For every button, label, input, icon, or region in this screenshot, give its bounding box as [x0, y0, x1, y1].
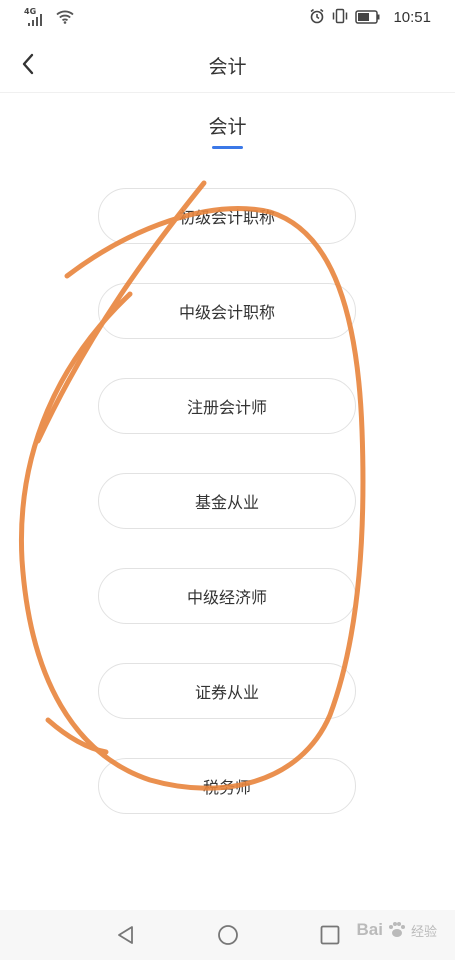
option-cpa[interactable]: 注册会计师	[98, 378, 356, 434]
recent-square-icon	[320, 925, 340, 945]
watermark-brand: Bai	[356, 920, 383, 939]
option-securities-practitioner[interactable]: 证券从业	[98, 663, 356, 719]
option-intermediate-economist[interactable]: 中级经济师	[98, 568, 356, 624]
system-nav-bar: Bai 经验	[0, 910, 455, 960]
paw-icon	[388, 922, 405, 937]
option-tax-advisor[interactable]: 税务师	[98, 758, 356, 814]
option-intermediate-accountant[interactable]: 中级会计职称	[98, 283, 356, 339]
option-fund-practitioner[interactable]: 基金从业	[98, 473, 356, 529]
nav-back-button[interactable]	[114, 923, 138, 947]
watermark-brand-suffix: 经验	[410, 924, 437, 940]
back-triangle-icon	[118, 926, 133, 944]
home-circle-icon	[218, 925, 238, 945]
nav-home-button[interactable]	[216, 923, 240, 947]
nav-recent-button[interactable]	[318, 923, 342, 947]
option-junior-accountant[interactable]: 初级会计职称	[98, 188, 356, 244]
option-list: 初级会计职称 中级会计职称 注册会计师 基金从业 中级经济师 证券从业 税务师	[0, 0, 455, 960]
baidu-jingyan-watermark: Bai 经验	[357, 920, 437, 940]
